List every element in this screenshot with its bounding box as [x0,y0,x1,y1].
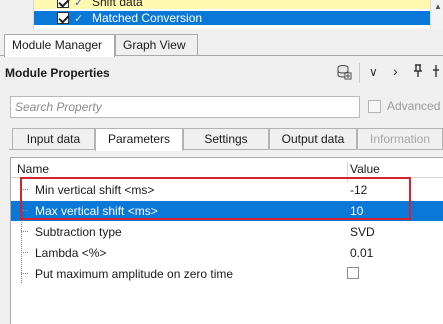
property-row-lambda[interactable]: Lambda <%> 0.01 [11,243,443,263]
scroll-up-icon[interactable]: ▲ [434,2,442,11]
check-icon: ✓ [74,12,84,25]
tree-connector [21,273,28,274]
property-row-put-max-amplitude[interactable]: Put maximum amplitude on zero time [11,264,443,284]
chevron-right-icon[interactable]: › [393,63,398,81]
property-value-checkbox[interactable] [347,267,359,279]
database-icon[interactable] [336,64,352,80]
advanced-checkbox [368,99,381,113]
panel-title: Module Properties [5,66,110,80]
property-value[interactable]: 0.01 [350,246,373,260]
tab-graph-view[interactable]: Graph View [115,34,198,56]
tree-label-shift-data: Shift data [92,0,143,9]
property-name: Put maximum amplitude on zero time [35,267,234,281]
property-row-subtraction-type[interactable]: Subtraction type SVD [11,222,443,242]
tab-information: Information [357,128,443,150]
annotation-highlight-box [20,177,411,220]
tab-parameters[interactable]: Parameters [95,128,183,151]
pin-icon[interactable] [413,64,423,82]
tab-output-data[interactable]: Output data [269,128,357,150]
property-name: Subtraction type [35,225,122,239]
check-icon: ✓ [74,0,84,9]
tree-checkbox-matched-conversion[interactable] [57,12,69,24]
tab-settings[interactable]: Settings [183,128,269,150]
divider [9,149,443,150]
column-header-name[interactable]: Name [17,162,49,176]
tree-row-matched-conversion[interactable]: ✓ Matched Conversion [34,11,443,25]
property-name: Lambda <%> [35,246,107,260]
tree-scrollbar[interactable]: ▲ [430,0,443,29]
chevron-down-icon[interactable]: ∨ [369,65,378,83]
tab-input-data[interactable]: Input data [12,128,95,150]
grid-header: Name Value [11,158,443,182]
tree-checkbox-shift-data[interactable] [57,0,69,8]
property-value[interactable]: SVD [350,225,375,239]
tree-connector [21,252,28,253]
advanced-label: Advanced [387,99,441,113]
more-options-icon[interactable] [431,64,441,82]
advanced-toggle: Advanced [368,99,440,113]
tree-connector [21,231,28,232]
tab-module-manager[interactable]: Module Manager [4,34,115,57]
column-header-value[interactable]: Value [350,162,380,176]
toolbar-separator [359,63,360,83]
tree-label-matched-conversion: Matched Conversion [92,11,203,25]
process-tree: ✓ Shift data ✓ Matched Conversion [33,0,443,29]
search-input[interactable]: Search Property [10,96,360,118]
tree-row-shift-data[interactable]: ✓ Shift data [34,0,443,9]
